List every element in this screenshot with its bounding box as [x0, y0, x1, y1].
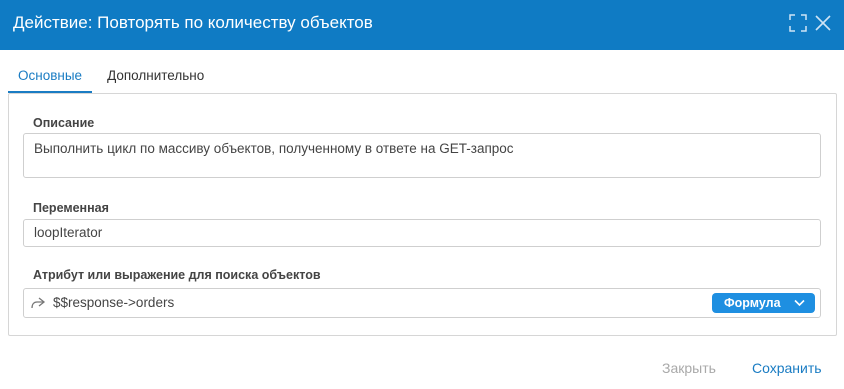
close-button[interactable]: Закрыть [662, 360, 716, 376]
maximize-icon[interactable] [789, 14, 809, 34]
dialog-header: Действие: Повторять по количеству объект… [0, 0, 844, 50]
save-button[interactable]: Сохранить [752, 360, 822, 376]
share-arrow-icon [30, 296, 46, 310]
tab-main[interactable]: Основные [8, 61, 93, 93]
variable-field[interactable]: loopIterator [23, 219, 821, 247]
description-label: Описание [33, 116, 95, 130]
attribute-value: $$response->orders [53, 295, 175, 310]
chevron-down-icon [794, 299, 805, 307]
formula-dropdown[interactable]: Формула [712, 293, 815, 313]
tab-bar: Основные Дополнительно [8, 61, 214, 93]
attribute-label: Атрибут или выражение для поиска объекто… [33, 268, 321, 282]
formula-label: Формула [724, 296, 781, 310]
description-field[interactable]: Выполнить цикл по массиву объектов, полу… [23, 133, 821, 178]
close-icon[interactable] [814, 14, 834, 34]
attribute-field[interactable]: $$response->orders Формула [23, 288, 821, 318]
dialog-title: Действие: Повторять по количеству объект… [13, 13, 373, 32]
variable-label: Переменная [33, 201, 109, 215]
tab-additional[interactable]: Дополнительно [97, 61, 214, 93]
